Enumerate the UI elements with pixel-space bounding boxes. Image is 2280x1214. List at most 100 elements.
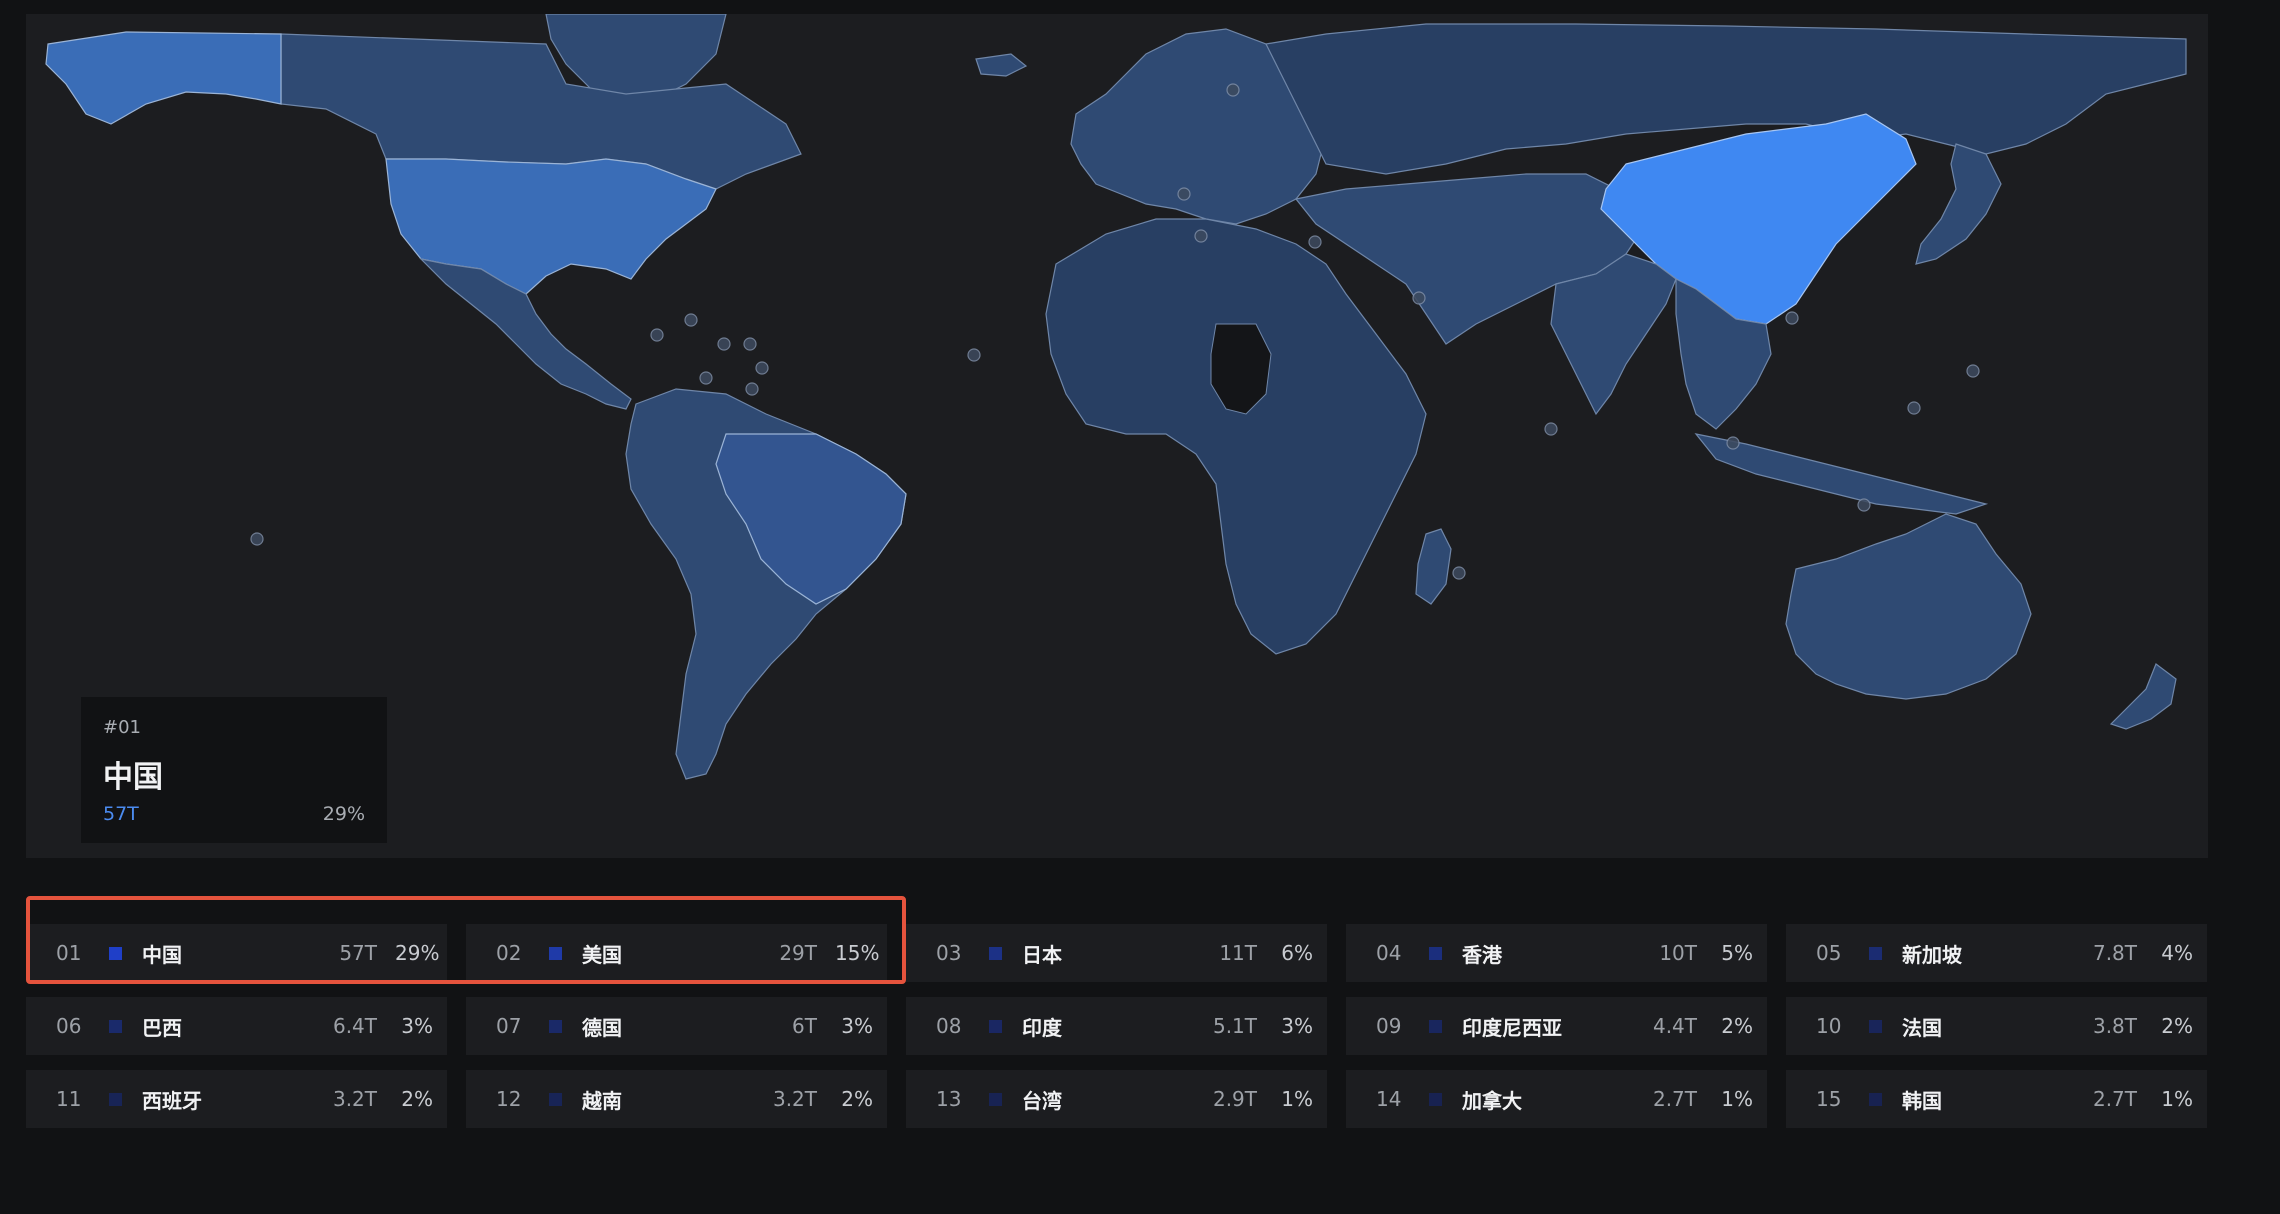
ranking-number: 04: [1376, 941, 1402, 965]
ranking-number: 14: [1376, 1087, 1402, 1111]
map-dot[interactable]: [743, 337, 757, 351]
ranking-card[interactable]: 08 印度 5.1T 3%: [906, 997, 1327, 1055]
map-dot[interactable]: [1412, 291, 1426, 305]
ranking-color-swatch: [1429, 946, 1442, 960]
ranking-card[interactable]: 05 新加坡 7.8T 4%: [1786, 924, 2207, 982]
ranking-number: 11: [56, 1087, 82, 1111]
ranking-percent: 2%: [401, 1087, 433, 1111]
ranking-percent: 2%: [1721, 1014, 1753, 1038]
ranking-card[interactable]: 10 法国 3.8T 2%: [1786, 997, 2207, 1055]
ranking-value: 3.2T: [332, 1087, 377, 1111]
ranking-percent: 5%: [1721, 941, 1753, 965]
map-dot[interactable]: [684, 313, 698, 327]
ranking-card[interactable]: 14 加拿大 2.7T 1%: [1346, 1070, 1767, 1128]
ranking-number: 12: [496, 1087, 522, 1111]
ranking-color-swatch: [109, 1092, 122, 1106]
ranking-color-swatch: [549, 946, 562, 960]
ranking-percent: 3%: [401, 1014, 433, 1038]
ranking-value: 2.9T: [1212, 1087, 1257, 1111]
map-dot[interactable]: [650, 328, 664, 342]
map-region-alaska[interactable]: [45, 31, 282, 125]
ranking-number: 05: [1816, 941, 1842, 965]
ranking-value: 7.8T: [2092, 941, 2137, 965]
map-dot[interactable]: [1857, 498, 1871, 512]
ranking-card[interactable]: 03 日本 11T 6%: [906, 924, 1327, 982]
ranking-number: 06: [56, 1014, 82, 1038]
ranking-country-name: 越南: [582, 1088, 622, 1113]
ranking-card[interactable]: 11 西班牙 3.2T 2%: [26, 1070, 447, 1128]
map-region-australia[interactable]: [1785, 513, 2032, 700]
map-dot[interactable]: [1194, 229, 1208, 243]
ranking-card[interactable]: 13 台湾 2.9T 1%: [906, 1070, 1327, 1128]
map-dot[interactable]: [967, 348, 981, 362]
map-region-africa[interactable]: [1045, 218, 1427, 655]
tooltip-country-name: 中国: [103, 760, 163, 795]
ranking-card[interactable]: 02 美国 29T 15%: [466, 924, 887, 982]
ranking-card[interactable]: 09 印度尼西亚 4.4T 2%: [1346, 997, 1767, 1055]
ranking-number: 03: [936, 941, 962, 965]
ranking-number: 08: [936, 1014, 962, 1038]
map-region-new-zealand[interactable]: [2109, 663, 2177, 730]
map-dot[interactable]: [1452, 566, 1466, 580]
ranking-percent: 4%: [2161, 941, 2193, 965]
ranking-country-name: 西班牙: [142, 1088, 202, 1113]
ranking-value: 3.8T: [2092, 1014, 2137, 1038]
ranking-value: 2.7T: [2092, 1087, 2137, 1111]
map-region-indonesia[interactable]: [1694, 433, 1989, 515]
ranking-card[interactable]: 12 越南 3.2T 2%: [466, 1070, 887, 1128]
map-dot[interactable]: [1726, 436, 1740, 450]
ranking-card[interactable]: 04 香港 10T 5%: [1346, 924, 1767, 982]
ranking-color-swatch: [109, 946, 122, 960]
ranking-color-swatch: [1869, 1019, 1882, 1033]
ranking-country-name: 印度尼西亚: [1462, 1015, 1562, 1040]
ranking-color-swatch: [109, 1019, 122, 1033]
ranking-card[interactable]: 15 韩国 2.7T 1%: [1786, 1070, 2207, 1128]
map-dot[interactable]: [717, 337, 731, 351]
map-dot[interactable]: [699, 371, 713, 385]
ranking-color-swatch: [1869, 946, 1882, 960]
ranking-value: 29T: [779, 941, 817, 965]
map-dot[interactable]: [1785, 311, 1799, 325]
map-region-madagascar[interactable]: [1415, 528, 1452, 605]
ranking-value: 10T: [1659, 941, 1697, 965]
ranking-percent: 29%: [395, 941, 440, 965]
ranking-country-name: 日本: [1022, 942, 1062, 967]
ranking-row: 06 巴西 6.4T 3% 07 德国 6T 3% 08 印度 5.1T 3% …: [26, 997, 2208, 1055]
ranking-percent: 3%: [841, 1014, 873, 1038]
ranking-country-name: 新加坡: [1902, 942, 1962, 967]
ranking-percent: 1%: [1721, 1087, 1753, 1111]
ranking-color-swatch: [989, 946, 1002, 960]
ranking-value: 11T: [1219, 941, 1257, 965]
ranking-row: 01 中国 57T 29% 02 美国 29T 15% 03 日本 11T 6%…: [26, 924, 2208, 982]
ranking-number: 13: [936, 1087, 962, 1111]
map-dot[interactable]: [755, 361, 769, 375]
map-tooltip: #01 中国 57T 29%: [81, 697, 387, 843]
ranking-country-name: 巴西: [142, 1015, 182, 1040]
ranking-number: 09: [1376, 1014, 1402, 1038]
ranking-value: 3.2T: [772, 1087, 817, 1111]
ranking-color-swatch: [1429, 1019, 1442, 1033]
map-dot[interactable]: [745, 382, 759, 396]
map-dot[interactable]: [1308, 235, 1322, 249]
ranking-card[interactable]: 07 德国 6T 3%: [466, 997, 887, 1055]
ranking-number: 07: [496, 1014, 522, 1038]
ranking-card[interactable]: 06 巴西 6.4T 3%: [26, 997, 447, 1055]
ranking-country-name: 加拿大: [1462, 1088, 1522, 1113]
ranking-color-swatch: [549, 1092, 562, 1106]
map-dot[interactable]: [1544, 422, 1558, 436]
ranking-row: 11 西班牙 3.2T 2% 12 越南 3.2T 2% 13 台湾 2.9T …: [26, 1070, 2208, 1128]
map-dot[interactable]: [1226, 83, 1240, 97]
ranking-country-name: 法国: [1902, 1015, 1942, 1040]
ranking-number: 01: [56, 941, 82, 965]
map-dot[interactable]: [1177, 187, 1191, 201]
ranking-value: 57T: [339, 941, 377, 965]
map-region-japan[interactable]: [1915, 143, 2002, 265]
ranking-country-name: 中国: [142, 942, 182, 967]
ranking-country-name: 印度: [1022, 1015, 1062, 1040]
map-dot[interactable]: [1907, 401, 1921, 415]
map-region-iceland[interactable]: [975, 53, 1028, 77]
map-dot[interactable]: [1966, 364, 1980, 378]
map-dot[interactable]: [250, 532, 264, 546]
ranking-percent: 6%: [1281, 941, 1313, 965]
ranking-card[interactable]: 01 中国 57T 29%: [26, 924, 447, 982]
